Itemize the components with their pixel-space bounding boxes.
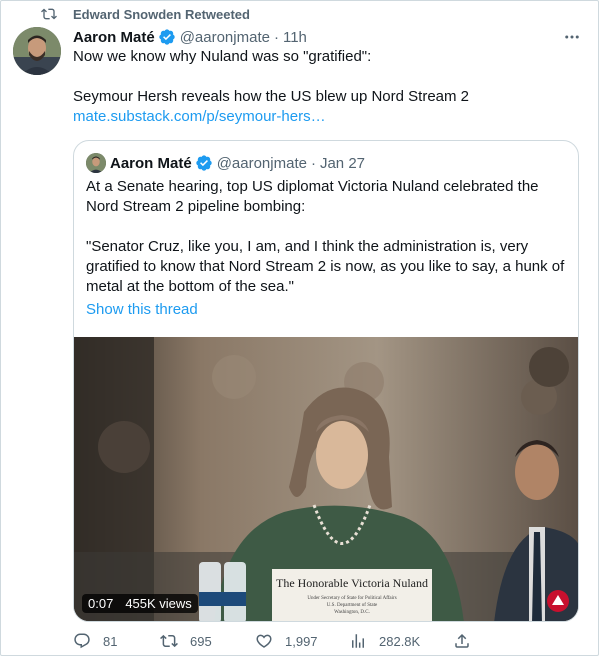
show-thread-link[interactable]: Show this thread (86, 301, 198, 318)
author-name[interactable]: Aaron Maté (73, 29, 155, 46)
tweet-text-line: Now we know why Nuland was so "gratified… (73, 48, 372, 65)
quoted-avatar (86, 153, 106, 173)
social-context: Edward Snowden Retweeted (41, 5, 250, 23)
video-player[interactable]: The Honorable Victoria Nuland Under Secr… (74, 337, 578, 621)
social-context-label[interactable]: Edward Snowden Retweeted (73, 7, 250, 22)
article-link[interactable]: mate.substack.com/p/seymour-hers… (73, 108, 326, 125)
retweet-count: 695 (190, 633, 212, 649)
retweet-icon (160, 634, 178, 648)
avatar[interactable] (13, 27, 61, 75)
like-button[interactable]: 1,997 (255, 632, 318, 650)
quoted-tweet-body: At a Senate hearing, top US diplomat Vic… (86, 177, 571, 297)
like-count: 1,997 (285, 633, 318, 649)
views-button[interactable]: 282.8K (349, 632, 420, 650)
video-frame: The Honorable Victoria Nuland Under Secr… (74, 337, 578, 621)
reply-count: 81 (103, 633, 118, 649)
placard-department: U.S. Department of State (327, 603, 378, 608)
tweet-body: Now we know why Nuland was so "gratified… (73, 47, 583, 127)
retweet-button[interactable]: 695 (160, 632, 212, 650)
separator-dot: · (273, 28, 279, 46)
verified-badge-icon[interactable] (158, 28, 176, 46)
video-duration: 0:07 (88, 596, 114, 611)
analytics-icon (352, 634, 364, 648)
quoted-author-name: Aaron Maté (110, 154, 192, 172)
quoted-author-handle: @aaronjmate (216, 154, 307, 172)
placard-location: Washington, D.C. (334, 610, 370, 615)
share-icon (455, 633, 469, 648)
author-handle[interactable]: @aaronjmate (180, 29, 270, 46)
tweet-timestamp[interactable]: 11h (283, 29, 307, 46)
video-view-count: 455K views (125, 596, 192, 611)
verified-badge-icon (195, 154, 213, 172)
reply-icon (74, 633, 90, 649)
quoted-text-line: At a Senate hearing, top US diplomat Vic… (86, 178, 539, 215)
more-options-icon[interactable] (562, 27, 582, 47)
share-button[interactable] (453, 632, 483, 650)
heart-icon (256, 634, 272, 648)
quoted-text-line: "Senator Cruz, like you, I am, and I thi… (86, 238, 565, 295)
placard-name: The Honorable Victoria Nuland (276, 576, 428, 590)
view-count: 282.8K (379, 633, 421, 649)
retweet-icon (41, 6, 57, 22)
placard-title: Under Secretary of State for Political A… (307, 596, 396, 601)
tweet-text-line: Seymour Hersh reveals how the US blew up… (73, 88, 470, 105)
quoted-tweet-date: Jan 27 (319, 154, 366, 172)
action-bar: 81 695 1,997 282.8K (73, 631, 579, 651)
separator-dot: · (310, 154, 316, 172)
quoted-tweet-header: Aaron Maté @aaronjmate · Jan 27 (86, 153, 365, 173)
reply-button[interactable]: 81 (73, 632, 117, 650)
quoted-tweet[interactable]: Aaron Maté @aaronjmate · Jan 27 At a Sen… (73, 140, 579, 622)
tweet-header: Aaron Maté @aaronjmate · 11h (73, 27, 586, 47)
video-info-badge: 0:07 455K views (82, 594, 198, 613)
tweet-card[interactable]: Edward Snowden Retweeted Aaron Maté @aar… (0, 0, 599, 656)
